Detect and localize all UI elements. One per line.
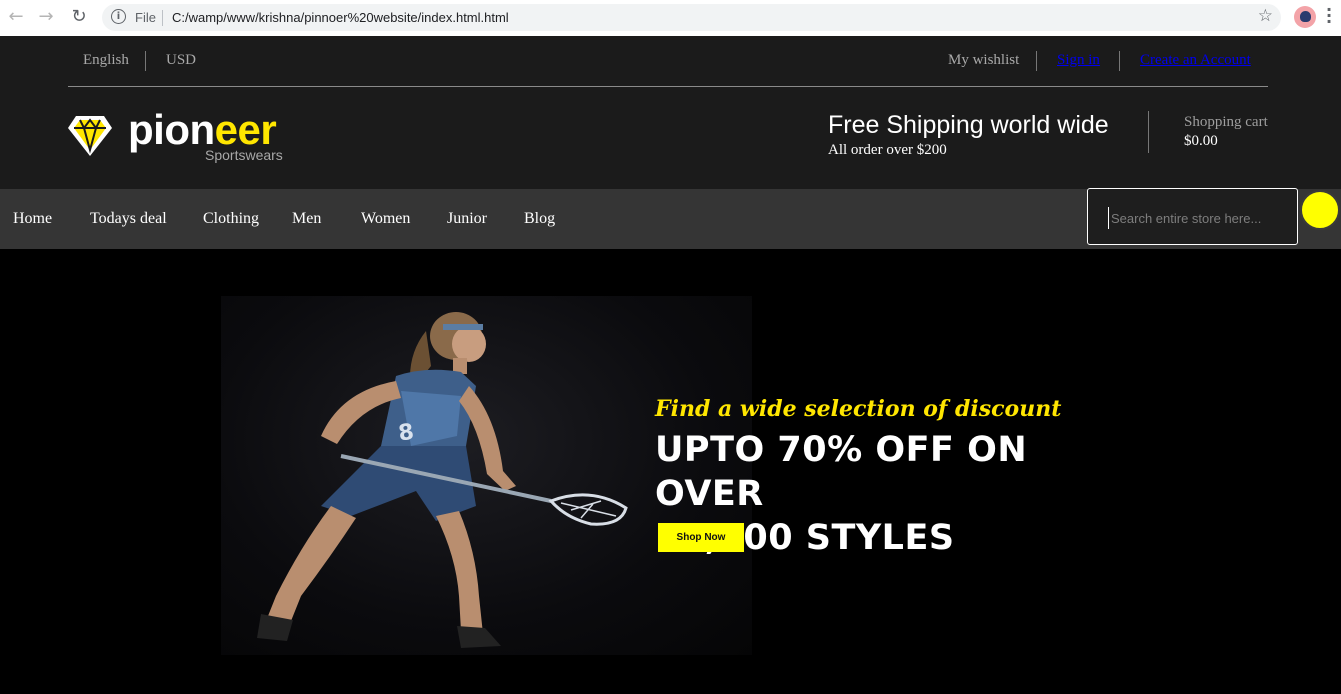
cart-divider <box>1148 111 1149 153</box>
create-account-link[interactable]: Create an Account <box>1140 52 1251 69</box>
search-box[interactable] <box>1087 188 1298 245</box>
back-icon[interactable]: ← <box>5 6 27 28</box>
shipping-title: Free Shipping world wide <box>828 111 1109 139</box>
forward-icon[interactable]: → <box>35 6 57 28</box>
currency-selector[interactable]: USD <box>166 52 196 69</box>
reload-icon[interactable]: ↻ <box>68 6 90 28</box>
nav-item-clothing[interactable]: Clothing <box>203 210 259 228</box>
nav-item-junior[interactable]: Junior <box>447 210 487 228</box>
site-header: English USD My wishlist Sign in Create a… <box>0 36 1341 189</box>
more-vertical-icon[interactable]: · · · <box>1324 2 1334 30</box>
shipping-subtitle: All order over $200 <box>828 142 947 158</box>
cart-label[interactable]: Shopping cart <box>1184 114 1268 131</box>
nav-item-home[interactable]: Home <box>13 210 52 228</box>
nav-item-todays-deal[interactable]: Todays deal <box>90 210 167 228</box>
hero-kicker: Find a wide selection of discount <box>655 396 1062 422</box>
nav-item-men[interactable]: Men <box>292 210 321 228</box>
nav-item-blog[interactable]: Blog <box>524 210 555 228</box>
info-icon[interactable]: i <box>111 9 126 24</box>
cart-total[interactable]: $0.00 <box>1184 133 1218 150</box>
topbar-divider <box>145 51 146 71</box>
search-input[interactable] <box>1108 207 1293 229</box>
file-label: File <box>135 10 156 25</box>
wishlist-link[interactable]: My wishlist <box>948 52 1019 69</box>
sign-in-link[interactable]: Sign in <box>1057 52 1100 69</box>
star-icon[interactable]: ☆ <box>1258 6 1273 26</box>
brand-name-white: pion <box>128 106 215 153</box>
brand-tagline: Sportswears <box>205 147 283 163</box>
shop-now-button[interactable]: Shop Now <box>658 523 744 552</box>
url-text[interactable]: C:/wamp/www/krishna/pinnoer%20website/in… <box>172 10 509 25</box>
brand-name-yellow: eer <box>214 106 277 153</box>
language-selector[interactable]: English <box>83 52 129 69</box>
topbar-divider <box>1119 51 1120 71</box>
header-divider <box>68 86 1268 87</box>
address-separator <box>162 10 163 26</box>
nav-item-women[interactable]: Women <box>361 210 410 228</box>
diamond-icon <box>68 116 112 156</box>
search-button[interactable] <box>1300 190 1340 230</box>
hero-headline-line1: UPTO 70% OFF ON OVER <box>655 430 1028 514</box>
profile-avatar[interactable] <box>1294 6 1316 28</box>
browser-toolbar: ← → ↻ i File C:/wamp/www/krishna/pinnoer… <box>0 0 1341 36</box>
address-bar[interactable]: i File C:/wamp/www/krishna/pinnoer%20web… <box>102 4 1281 31</box>
topbar-divider <box>1036 51 1037 71</box>
